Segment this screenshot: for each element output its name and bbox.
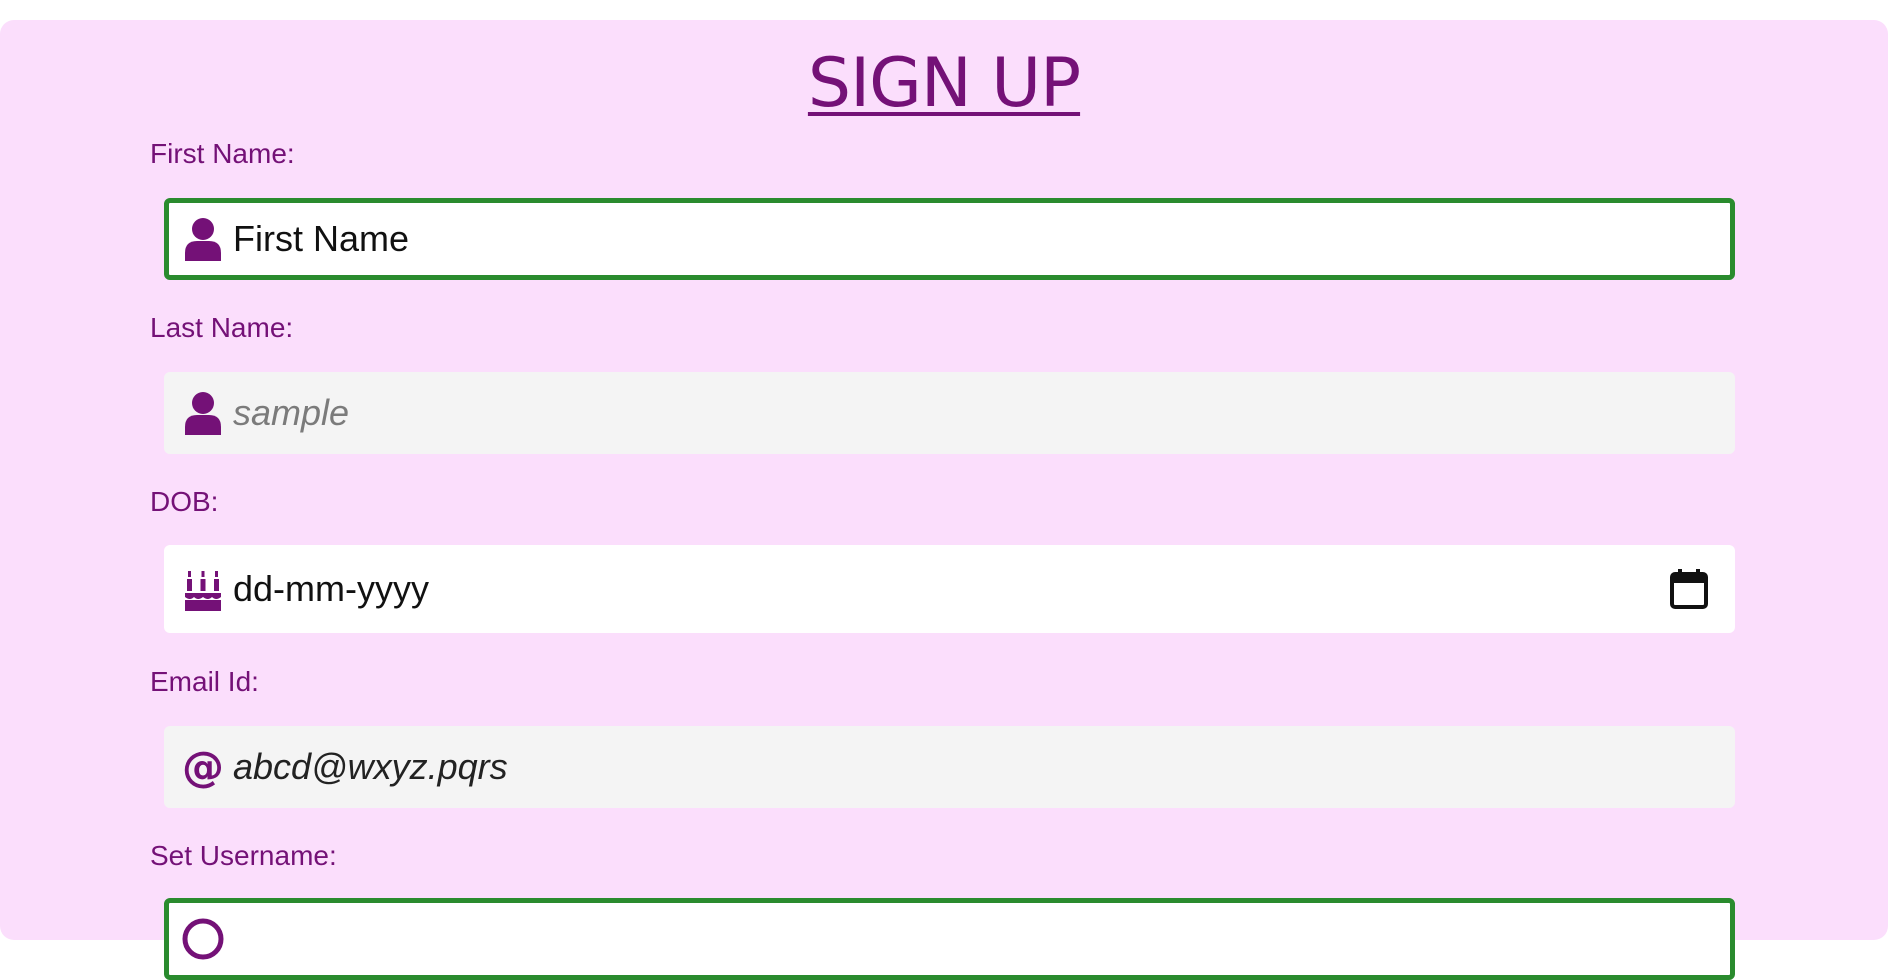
dob-label: DOB: bbox=[150, 486, 219, 517]
birthday-cake-icon bbox=[181, 565, 225, 613]
last-name-label: Last Name: bbox=[150, 312, 294, 343]
last-name-input[interactable]: sample bbox=[233, 392, 349, 434]
svg-text:@: @ bbox=[182, 745, 224, 789]
username-label: Set Username: bbox=[150, 840, 337, 871]
email-label: Email Id: bbox=[150, 666, 259, 697]
calendar-icon[interactable] bbox=[1669, 568, 1709, 610]
first-name-label: First Name: bbox=[150, 138, 295, 169]
user-icon bbox=[181, 389, 225, 437]
signup-card: SIGN UP First Name: First Name Last Name… bbox=[0, 20, 1888, 980]
dob-field[interactable]: dd-mm-yyyy bbox=[164, 545, 1735, 633]
email-input[interactable]: abcd@wxyz.pqrs bbox=[233, 746, 508, 788]
first-name-field[interactable]: First Name bbox=[164, 198, 1735, 280]
username-field[interactable] bbox=[164, 898, 1735, 980]
at-sign-icon: @ bbox=[181, 743, 225, 791]
username-icon bbox=[181, 915, 225, 963]
email-field[interactable]: @ abcd@wxyz.pqrs bbox=[164, 726, 1735, 808]
page-title: SIGN UP bbox=[807, 44, 1081, 123]
dob-input[interactable]: dd-mm-yyyy bbox=[233, 568, 429, 610]
first-name-input[interactable]: First Name bbox=[233, 218, 409, 260]
last-name-field[interactable]: sample bbox=[164, 372, 1735, 454]
user-icon bbox=[181, 215, 225, 263]
